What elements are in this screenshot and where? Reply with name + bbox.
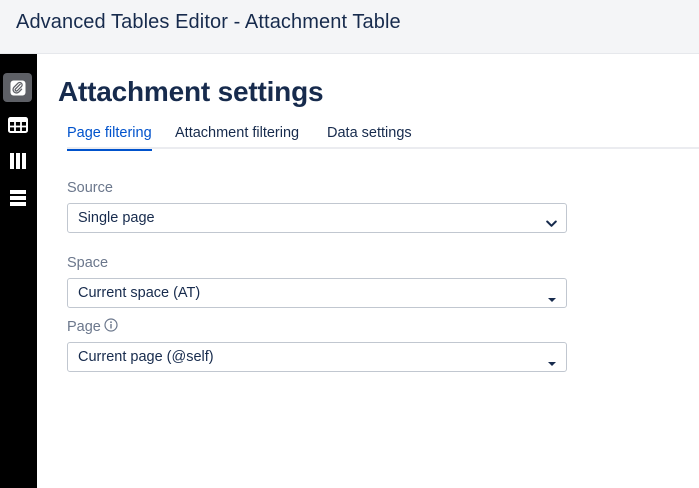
tab-page-filtering[interactable]: Page filtering [67, 125, 152, 151]
main-panel: Attachment settings Page filtering Attac… [37, 54, 699, 488]
attachment-icon [9, 79, 27, 97]
tab-attachment-filtering[interactable]: Attachment filtering [175, 125, 299, 150]
space-select-value: Current space (AT) [78, 285, 201, 301]
source-select[interactable]: Single page [67, 203, 567, 233]
columns-icon [9, 152, 27, 170]
sidebar [0, 54, 37, 488]
sidebar-item-table[interactable] [3, 110, 32, 139]
source-select-value: Single page [78, 210, 155, 226]
tab-bar: Page filtering Attachment filtering Data… [67, 124, 699, 151]
info-icon[interactable] [104, 318, 118, 337]
caret-down-icon [547, 354, 557, 372]
title-bar: Advanced Tables Editor - Attachment Tabl… [0, 0, 699, 54]
sidebar-item-columns[interactable] [3, 146, 32, 175]
sidebar-item-rows[interactable] [3, 183, 32, 212]
page-select-value: Current page (@self) [78, 349, 214, 365]
table-icon [7, 116, 28, 133]
source-label: Source [67, 180, 113, 196]
page-select[interactable]: Current page (@self) [67, 342, 567, 372]
space-select[interactable]: Current space (AT) [67, 278, 567, 308]
tab-data-settings[interactable]: Data settings [327, 125, 412, 150]
window-title: Advanced Tables Editor - Attachment Tabl… [16, 11, 401, 33]
space-label: Space [67, 255, 109, 271]
caret-down-icon [547, 290, 557, 308]
page-label: Page [67, 319, 101, 335]
rows-icon [9, 189, 27, 207]
sidebar-item-attachments[interactable] [3, 73, 32, 102]
page-title: Attachment settings [58, 76, 324, 107]
chevron-down-icon [546, 215, 557, 233]
